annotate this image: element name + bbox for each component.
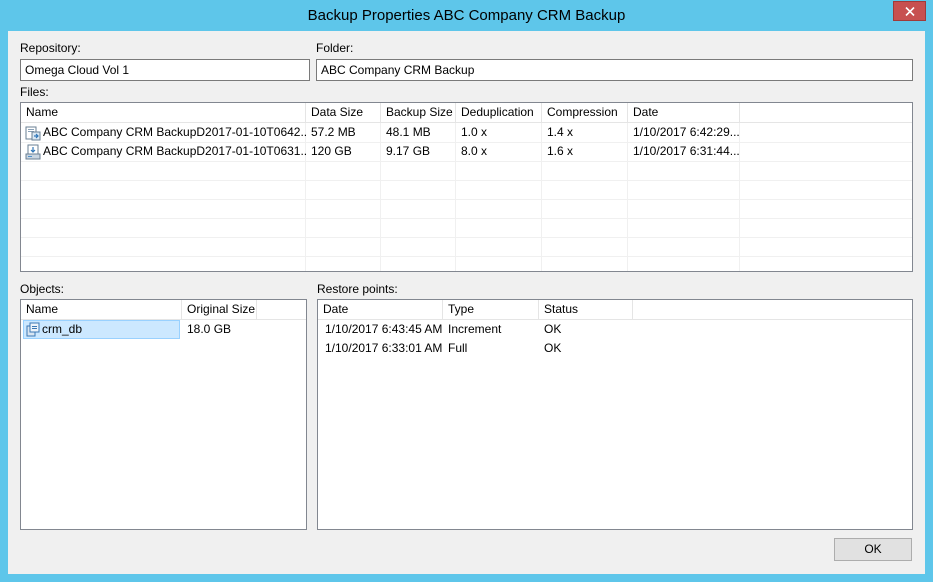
files-col-deduplication[interactable]: Deduplication [456, 103, 542, 122]
table-row[interactable]: crm_db 18.0 GB [21, 320, 306, 339]
objects-list[interactable]: Name Original Size crm_db 18.0 GB [20, 299, 307, 530]
restore-point-status: OK [544, 322, 562, 336]
ok-button[interactable]: OK [834, 538, 912, 561]
restore-col-status[interactable]: Status [539, 300, 633, 319]
file-name: ABC Company CRM BackupD2017-01-10T0631..… [43, 144, 306, 158]
restore-col-type[interactable]: Type [443, 300, 539, 319]
restore-point-date: 1/10/2017 6:33:01 AM [325, 341, 443, 355]
files-col-data-size[interactable]: Data Size [306, 103, 381, 122]
title-bar[interactable]: Backup Properties ABC Company CRM Backup [0, 0, 933, 32]
folder-label: Folder: [316, 41, 354, 55]
close-button[interactable] [893, 1, 926, 21]
file-deduplication: 1.0 x [461, 125, 488, 139]
restore-col-date[interactable]: Date [318, 300, 443, 319]
files-list[interactable]: Name Data Size Backup Size Deduplication… [20, 102, 913, 272]
restore-points-list[interactable]: Date Type Status 1/10/2017 6:43:45 AM In… [317, 299, 913, 530]
file-compression: 1.6 x [547, 144, 574, 158]
table-row[interactable]: 1/10/2017 6:43:45 AM Increment OK [318, 320, 912, 339]
restore-point-type: Full [448, 341, 468, 355]
table-row[interactable]: ABC Company CRM BackupD2017-01-10T0642..… [21, 123, 912, 142]
table-row[interactable]: ABC Company CRM BackupD2017-01-10T0631..… [21, 142, 912, 161]
file-data-size: 57.2 MB [311, 125, 356, 139]
restore-points-label: Restore points: [317, 282, 398, 296]
files-label: Files: [20, 85, 49, 99]
file-backup-size: 48.1 MB [386, 125, 431, 139]
objects-col-name[interactable]: Name [21, 300, 182, 319]
files-col-backup-size[interactable]: Backup Size [381, 103, 456, 122]
file-deduplication: 8.0 x [461, 144, 488, 158]
files-col-name[interactable]: Name [21, 103, 306, 122]
file-date: 1/10/2017 6:42:29... [633, 125, 740, 139]
backup-properties-window: Backup Properties ABC Company CRM Backup… [0, 0, 933, 582]
objects-label: Objects: [20, 282, 65, 296]
object-original-size: 18.0 GB [187, 322, 232, 336]
file-data-size: 120 GB [311, 144, 352, 158]
repository-label: Repository: [20, 41, 81, 55]
dialog-body: Repository: Omega Cloud Vol 1 Folder: AB… [8, 31, 925, 574]
files-col-compression[interactable]: Compression [542, 103, 628, 122]
objects-col-original-size[interactable]: Original Size [182, 300, 257, 319]
file-compression: 1.4 x [547, 125, 574, 139]
restore-point-type: Increment [448, 322, 502, 336]
object-name: crm_db [42, 322, 83, 336]
restore-point-status: OK [544, 341, 562, 355]
folder-field[interactable]: ABC Company CRM Backup [316, 59, 913, 81]
restore-point-date: 1/10/2017 6:43:45 AM [325, 322, 443, 336]
close-icon [905, 7, 915, 16]
repository-field[interactable]: Omega Cloud Vol 1 [20, 59, 310, 81]
file-backup-size: 9.17 GB [386, 144, 431, 158]
file-date: 1/10/2017 6:31:44... [633, 144, 740, 158]
files-col-date[interactable]: Date [628, 103, 740, 122]
file-name: ABC Company CRM BackupD2017-01-10T0642..… [43, 125, 306, 139]
window-title: Backup Properties ABC Company CRM Backup [307, 7, 626, 24]
table-row[interactable]: 1/10/2017 6:33:01 AM Full OK [318, 339, 912, 358]
